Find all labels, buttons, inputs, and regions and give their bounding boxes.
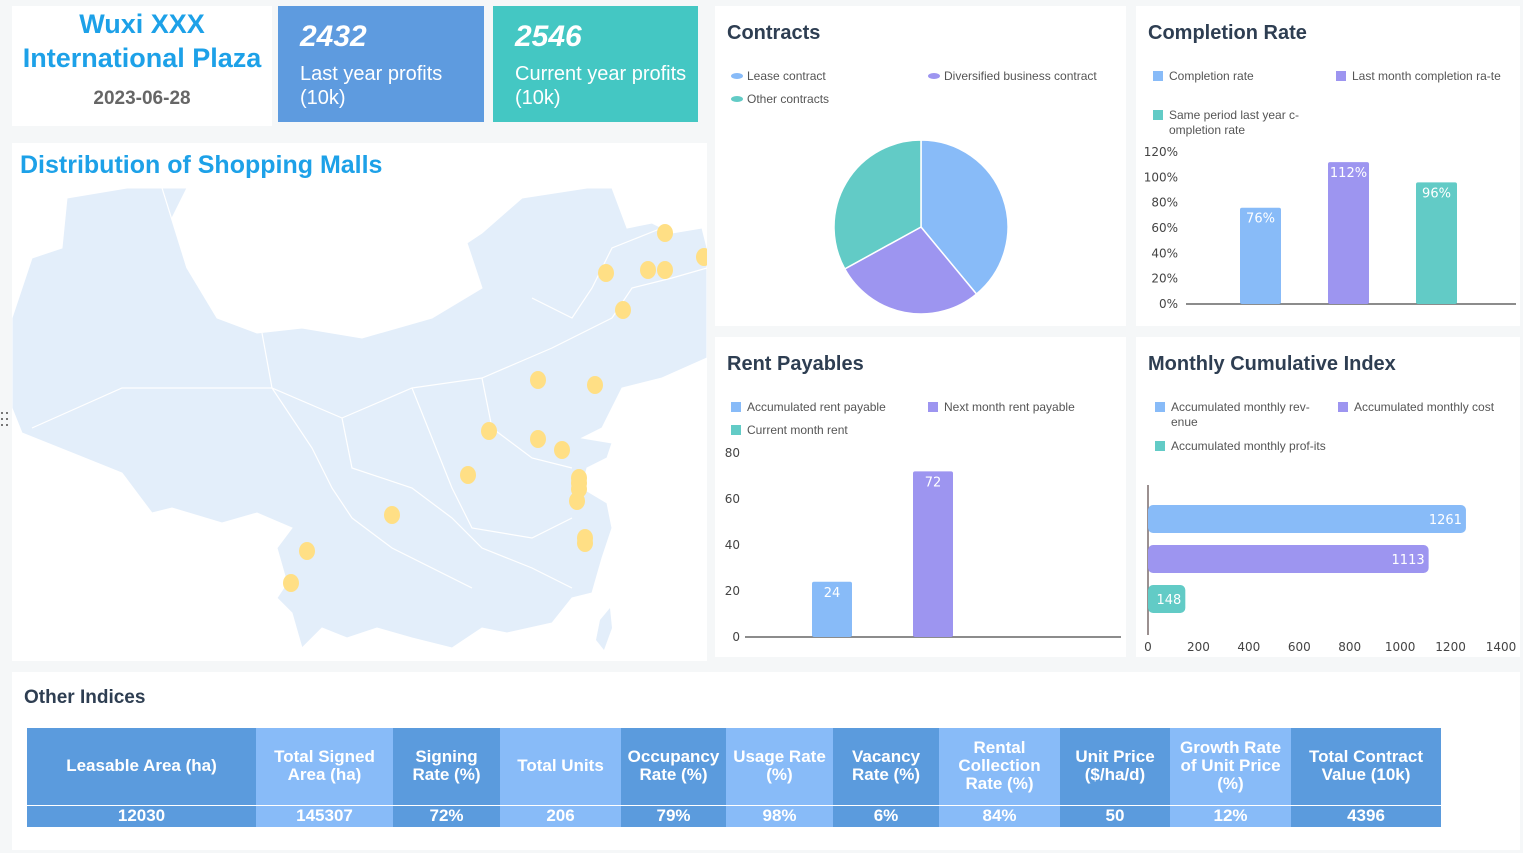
monthly-cumulative-chart: 0 200 400 600 800 1000 1200 1400 1261 1113 148 (1144, 485, 1517, 654)
y-tick-label: 120% (1144, 145, 1178, 159)
map-title: Distribution of Shopping Malls (20, 151, 383, 179)
y-tick-label: 20% (1151, 272, 1178, 286)
y-tick-label: 0% (1159, 297, 1178, 311)
bar (1148, 545, 1429, 573)
bar-data-label: 112% (1330, 166, 1367, 181)
bar-data-label: 1113 (1392, 553, 1425, 568)
mall-marker (640, 261, 656, 279)
table-cell: 79% (621, 804, 726, 827)
rent-payables-panel: Rent Payables Accumulated rent payable N… (715, 337, 1126, 657)
contracts-pie-chart (833, 139, 1009, 315)
kpi-label: Last year profits (10k) (300, 63, 443, 109)
y-tick-label: 60 (725, 492, 740, 506)
bar-data-label: 24 (824, 586, 841, 601)
table-cell: 72% (393, 804, 500, 827)
column-header: Total Signed Area (ha) (256, 728, 393, 805)
column-header: Leasable Area (ha) (27, 728, 256, 805)
x-tick-label: 200 (1187, 640, 1210, 654)
y-tick-label: 80 (725, 446, 740, 460)
rent-payables-chart: 0 20 40 60 80 24 72 (725, 446, 1121, 644)
column-header: Occupancy Rate (%) (621, 728, 726, 805)
table-cell: 84% (939, 804, 1060, 827)
column-header: Total Contract Value (10k) (1291, 728, 1441, 805)
mall-marker (598, 264, 614, 282)
indices-table: Leasable Area (ha) Total Signed Area (ha)… (27, 728, 1441, 827)
mall-marker (299, 542, 315, 560)
kpi-label: Current year profits (10k) (515, 63, 687, 109)
table-cell: 4396 (1291, 804, 1441, 827)
kpi-value: 2432 (300, 20, 367, 53)
table-row: 12030 145307 72% 206 79% 98% 6% 84% 50 12% 4396 (27, 804, 1441, 827)
mall-marker (481, 422, 497, 440)
other-indices-title: Other Indices (24, 687, 146, 708)
x-tick-label: 1000 (1385, 640, 1416, 654)
mall-marker (283, 574, 299, 592)
other-indices-panel: Other Indices Leasable Area (ha) Total Si… (12, 672, 1520, 850)
completion-rate-chart: 0% 20% 40% 60% 80% 100% 120% 76% 112% 96% (1144, 145, 1516, 311)
x-tick-label: 800 (1338, 640, 1361, 654)
completion-rate-panel: Completion Rate Completion rate Last mon… (1136, 6, 1520, 326)
mall-marker (384, 506, 400, 524)
x-tick-label: 1200 (1435, 640, 1466, 654)
y-tick-label: 60% (1151, 221, 1178, 235)
china-map[interactable] (12, 188, 707, 663)
x-tick-label: 400 (1237, 640, 1260, 654)
mall-marker (460, 466, 476, 484)
column-header: Unit Price ($/ha/d) (1060, 728, 1170, 805)
table-header-row: Leasable Area (ha) Total Signed Area (ha)… (27, 728, 1441, 805)
plaza-name-line1: Wuxi XXX (79, 9, 205, 39)
bar-data-label: 1261 (1429, 513, 1462, 528)
mall-marker (554, 441, 570, 459)
table-cell: 50 (1060, 804, 1170, 827)
bar-data-label: 76% (1246, 212, 1275, 227)
column-header: Rental Collection Rate (%) (939, 728, 1060, 805)
table-cell: 98% (726, 804, 833, 827)
drag-handle[interactable] (0, 410, 10, 430)
y-tick-label: 40% (1151, 246, 1178, 260)
y-tick-label: 20 (725, 584, 740, 598)
bar (1328, 162, 1369, 304)
x-tick-label: 600 (1288, 640, 1311, 654)
kpi-current-year-profits: 2546 Current year profits (10k) (493, 6, 698, 122)
bar (913, 471, 953, 637)
table-cell: 12030 (27, 804, 256, 827)
mall-marker (577, 534, 593, 552)
mall-marker (569, 492, 585, 510)
map-panel: Distribution of Shopping Malls (12, 143, 707, 661)
mall-marker (657, 261, 673, 279)
table-cell: 145307 (256, 804, 393, 827)
column-header: Usage Rate (%) (726, 728, 833, 805)
table-cell: 206 (500, 804, 621, 827)
report-date: 2023-06-28 (93, 88, 191, 109)
mall-marker (657, 224, 673, 242)
bar-data-label: 148 (1156, 593, 1181, 608)
column-header: Total Units (500, 728, 621, 805)
monthly-cumulative-panel: Monthly Cumulative Index Accumulated mon… (1136, 337, 1520, 657)
y-tick-label: 40 (725, 538, 740, 552)
mall-marker (615, 301, 631, 319)
bar-data-label: 96% (1422, 186, 1451, 201)
table-cell: 6% (833, 804, 939, 827)
mall-marker (530, 371, 546, 389)
contracts-panel: Contracts Lease contract Diversified bus… (715, 6, 1126, 326)
column-header: Signing Rate (%) (393, 728, 500, 805)
mall-marker (587, 376, 603, 394)
x-tick-label: 0 (1144, 640, 1152, 654)
taiwan-region (596, 608, 612, 650)
header-title-card: Wuxi XXX International Plaza 2023-06-28 (12, 6, 272, 126)
kpi-value: 2546 (515, 20, 582, 53)
y-tick-label: 80% (1151, 196, 1178, 210)
column-header: Growth Rate of Unit Price (%) (1170, 728, 1291, 805)
y-tick-label: 100% (1144, 170, 1178, 184)
map-region (12, 188, 707, 649)
column-header: Vacancy Rate (%) (833, 728, 939, 805)
kpi-last-year-profits: 2432 Last year profits (10k) (278, 6, 484, 122)
bar-data-label: 72 (925, 475, 942, 490)
x-tick-label: 1400 (1486, 640, 1517, 654)
table-cell: 12% (1170, 804, 1291, 827)
plaza-name-line2: International Plaza (22, 43, 262, 73)
y-tick-label: 0 (732, 630, 740, 644)
bar (1148, 505, 1466, 533)
mall-marker (530, 430, 546, 448)
